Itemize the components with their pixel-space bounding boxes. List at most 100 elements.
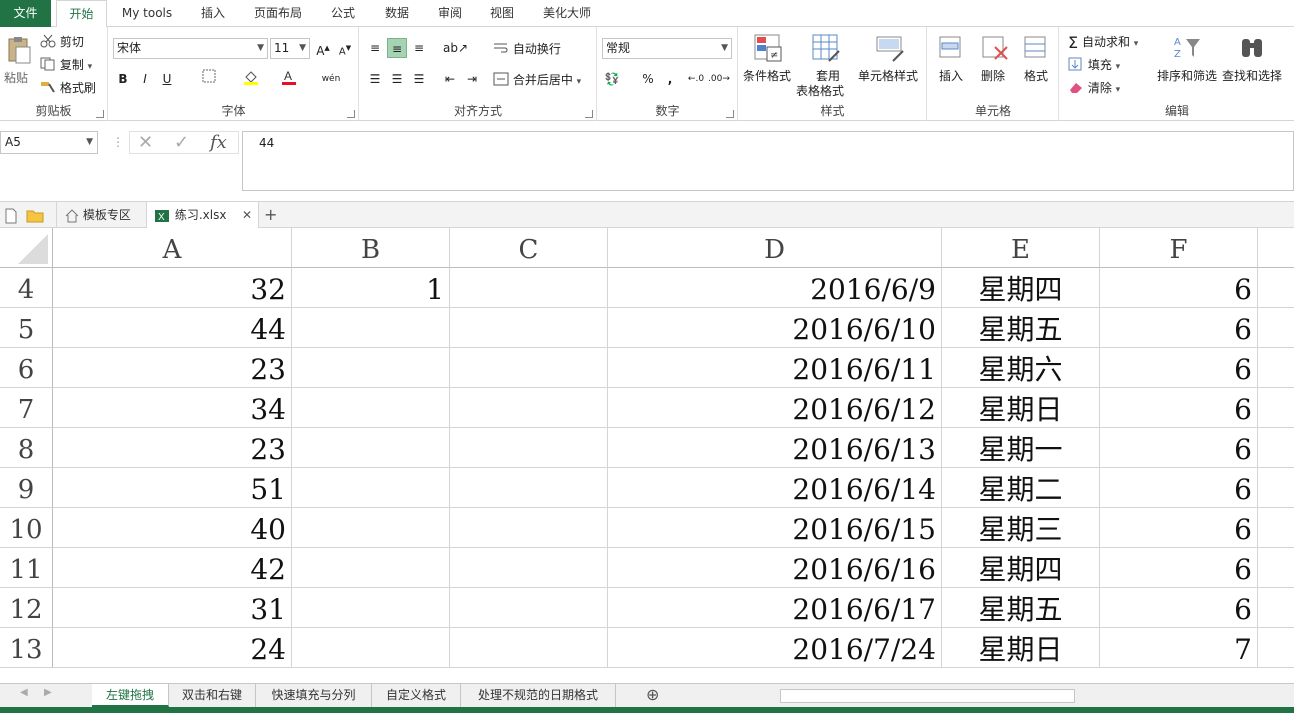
tab-home[interactable]: 开始 [56, 0, 107, 28]
wrap-text-button[interactable]: 自动换行 [493, 40, 561, 58]
cell-a[interactable]: 31 [53, 588, 292, 628]
cell-e[interactable]: 星期六 [942, 348, 1100, 388]
cell-c[interactable] [450, 308, 608, 348]
cell-a[interactable]: 23 [53, 428, 292, 468]
row-header[interactable]: 13 [0, 628, 53, 668]
template-tab[interactable]: 模板专区 [56, 202, 144, 228]
horizontal-scrollbar[interactable] [780, 689, 1075, 703]
sheet-tab-date-format[interactable]: 处理不规范的日期格式 [461, 684, 616, 707]
cell-d[interactable]: 2016/6/15 [608, 508, 942, 548]
cell-d[interactable]: 2016/6/9 [608, 268, 942, 308]
cell-c[interactable] [450, 428, 608, 468]
insert-cells-button[interactable]: 插入 [939, 67, 963, 84]
alignment-dialog-launcher[interactable] [585, 110, 593, 118]
increase-indent-button[interactable]: ⇥ [462, 69, 482, 89]
cell-e[interactable]: 星期日 [942, 628, 1100, 668]
cell-d[interactable]: 2016/6/14 [608, 468, 942, 508]
cell-f[interactable]: 6 [1100, 348, 1258, 388]
cell-overflow[interactable] [1258, 468, 1294, 508]
cell-a[interactable]: 34 [53, 388, 292, 428]
cell-b[interactable] [292, 308, 450, 348]
cell-d[interactable]: 2016/6/11 [608, 348, 942, 388]
workbook-tab[interactable]: X 练习.xlsx ✕ [146, 202, 259, 228]
tab-file[interactable]: 文件 [0, 0, 51, 27]
paste-button[interactable]: 粘贴 [4, 69, 28, 86]
cell-overflow[interactable] [1258, 348, 1294, 388]
align-right-button[interactable]: ☰ [409, 69, 429, 89]
underline-button[interactable]: U [157, 69, 177, 89]
cell-c[interactable] [450, 508, 608, 548]
row-header[interactable]: 4 [0, 268, 53, 308]
accounting-format-button[interactable]: 💱 [602, 69, 622, 89]
formula-input[interactable]: 44 [242, 131, 1294, 191]
cell-a[interactable]: 42 [53, 548, 292, 588]
cell-c[interactable] [450, 348, 608, 388]
cell-b[interactable] [292, 388, 450, 428]
tab-page-layout[interactable]: 页面布局 [244, 0, 312, 27]
close-tab-icon[interactable]: ✕ [242, 202, 252, 228]
comma-button[interactable]: , [660, 69, 680, 89]
border-button[interactable] [199, 69, 219, 89]
cell-b[interactable] [292, 428, 450, 468]
column-header-f[interactable]: F [1100, 228, 1258, 268]
cell-e[interactable]: 星期一 [942, 428, 1100, 468]
find-select-button[interactable]: 查找和选择 [1222, 67, 1282, 84]
sheet-tab-custom-format[interactable]: 自定义格式 [372, 684, 461, 707]
cell-d[interactable]: 2016/6/13 [608, 428, 942, 468]
cell-b[interactable] [292, 508, 450, 548]
font-dialog-launcher[interactable] [347, 110, 355, 118]
column-header-c[interactable]: C [450, 228, 608, 268]
column-header-e[interactable]: E [942, 228, 1100, 268]
cell-b[interactable] [292, 348, 450, 388]
tab-review[interactable]: 审阅 [427, 0, 473, 27]
cell-b[interactable] [292, 548, 450, 588]
align-bottom-button[interactable]: ≡ [409, 38, 429, 58]
insert-function-icon[interactable]: fx [210, 132, 227, 153]
cell-styles-button[interactable]: 单元格样式 [858, 67, 918, 84]
row-header[interactable]: 7 [0, 388, 53, 428]
cell-f[interactable]: 6 [1100, 268, 1258, 308]
cell-f[interactable]: 6 [1100, 388, 1258, 428]
number-dialog-launcher[interactable] [726, 110, 734, 118]
font-name-select[interactable]: 宋体 ▼ [113, 38, 268, 59]
format-cells-button[interactable]: 格式 [1024, 67, 1048, 84]
align-top-button[interactable]: ≡ [365, 38, 385, 58]
cell-f[interactable]: 6 [1100, 548, 1258, 588]
cell-d[interactable]: 2016/6/10 [608, 308, 942, 348]
increase-decimal-button[interactable]: ←.0 [686, 69, 706, 89]
add-sheet-icon[interactable]: ⊕ [646, 685, 659, 704]
cell-overflow[interactable] [1258, 588, 1294, 628]
row-header[interactable]: 9 [0, 468, 53, 508]
font-size-select[interactable]: 11 ▼ [270, 38, 310, 59]
cell-a[interactable]: 24 [53, 628, 292, 668]
row-header[interactable]: 10 [0, 508, 53, 548]
row-header[interactable]: 8 [0, 428, 53, 468]
decrease-font-size-button[interactable]: A▼ [335, 38, 355, 58]
cell-b[interactable]: 1 [292, 268, 450, 308]
cell-e[interactable]: 星期五 [942, 308, 1100, 348]
cell-overflow[interactable] [1258, 548, 1294, 588]
autosum-button[interactable]: Σ 自动求和 ▾ [1068, 33, 1138, 52]
percent-button[interactable]: % [638, 69, 658, 89]
cell-e[interactable]: 星期五 [942, 588, 1100, 628]
cell-d[interactable]: 2016/6/17 [608, 588, 942, 628]
format-as-table-button[interactable]: 表格格式 [796, 82, 844, 99]
row-header[interactable]: 12 [0, 588, 53, 628]
name-box[interactable]: A5 ▼ [0, 131, 98, 154]
font-color-button[interactable]: A [279, 69, 299, 89]
clear-button[interactable]: 清除 ▾ [1068, 79, 1120, 97]
fill-button[interactable]: 填充 ▾ [1068, 56, 1120, 74]
align-left-button[interactable]: ☰ [365, 69, 385, 89]
cancel-icon[interactable]: ✕ [138, 132, 153, 153]
cell-a[interactable]: 23 [53, 348, 292, 388]
cell-c[interactable] [450, 268, 608, 308]
cell-d[interactable]: 2016/6/16 [608, 548, 942, 588]
cell-f[interactable]: 7 [1100, 628, 1258, 668]
sheet-tab-double-click[interactable]: 双击和右键 [169, 684, 256, 707]
cell-a[interactable]: 51 [53, 468, 292, 508]
cell-overflow[interactable] [1258, 508, 1294, 548]
number-format-select[interactable]: 常规 ▼ [602, 38, 732, 59]
orientation-button[interactable]: ab↗ [443, 38, 468, 58]
row-header[interactable]: 11 [0, 548, 53, 588]
tab-view[interactable]: 视图 [479, 0, 525, 27]
